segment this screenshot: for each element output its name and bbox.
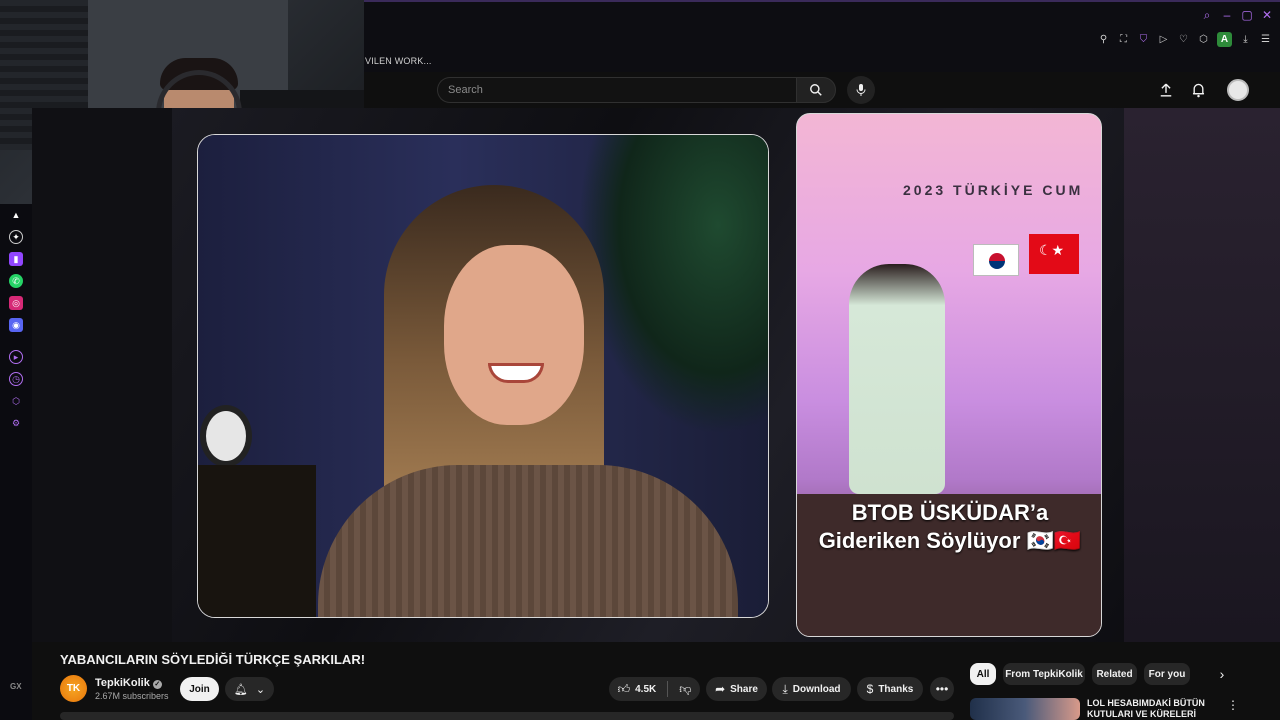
korea-flag-icon — [973, 244, 1019, 276]
related-video-thumbnail[interactable] — [970, 698, 1080, 720]
chatgpt-icon[interactable]: ✦ — [9, 230, 23, 244]
thumbs-up-icon[interactable]: 👍︎ — [618, 682, 631, 697]
chip-from-channel[interactable]: From TepkiKolik — [1003, 663, 1085, 685]
upload-icon — [1160, 83, 1172, 97]
channel-name-link[interactable]: TepkiKolik ✓ — [95, 677, 162, 689]
bell-icon: 🔔︎ — [233, 683, 248, 696]
chevron-down-icon: ⌄ — [255, 683, 266, 696]
search-tabs-icon[interactable]: ⌕ — [1200, 8, 1214, 22]
whatsapp-icon[interactable]: ✆ — [9, 274, 23, 288]
subscriber-count: 2.67M subscribers — [95, 691, 169, 701]
description-box[interactable] — [60, 712, 954, 720]
search-icon — [810, 84, 822, 96]
twitch-icon[interactable]: ▮ — [9, 252, 23, 266]
discord-icon[interactable]: ◉ — [9, 318, 23, 332]
related-video-menu-icon[interactable]: ⋮ — [1226, 698, 1240, 712]
turkey-flag-icon — [1029, 234, 1079, 274]
bell-icon — [1192, 83, 1204, 98]
join-button[interactable]: Join — [180, 677, 219, 701]
extensions-icon[interactable]: ⬡ — [1197, 33, 1210, 46]
gx-label: GX — [10, 682, 22, 691]
heart-icon[interactable]: ♡ — [1177, 33, 1190, 46]
notifications-button[interactable] — [1188, 80, 1208, 100]
download-icon[interactable]: ⤓ — [1239, 33, 1252, 46]
event-banner-text: 2023 TÜRKİYE CUM — [903, 182, 1084, 198]
share-button[interactable]: ➦ Share — [706, 677, 767, 701]
instagram-icon[interactable]: ◎ — [9, 296, 23, 310]
flags — [973, 234, 1083, 290]
microphone-icon — [856, 84, 866, 96]
share-label: Share — [730, 683, 758, 695]
tab-title[interactable]: VILEN WORK... — [365, 56, 432, 66]
download-button[interactable]: ⤓ Download — [772, 677, 851, 701]
thumbs-down-icon[interactable]: 👎︎ — [679, 682, 691, 697]
more-horizontal-icon: ••• — [935, 682, 949, 696]
download-label: Download — [792, 683, 841, 695]
aria-icon[interactable]: ▲ — [9, 208, 23, 222]
video-player[interactable]: 2023 TÜRKİYE CUM BTOB ÜSKÜDAR’a Giderike… — [32, 108, 1280, 642]
history-icon[interactable]: ◷ — [9, 372, 23, 386]
extensions-sidebar-icon[interactable]: ⬡ — [9, 394, 23, 408]
subscription-bell-button[interactable]: 🔔︎ ⌄ — [225, 677, 274, 701]
upload-button[interactable] — [1156, 80, 1176, 100]
shield-icon[interactable]: ⛉ — [1137, 33, 1150, 46]
side-table — [198, 465, 316, 617]
pin-icon[interactable]: ⚲ — [1097, 33, 1110, 46]
video-title: YABANCILARIN SÖYLEDİĞİ TÜRKÇE ŞARKILAR! — [60, 652, 366, 667]
search-input[interactable] — [438, 78, 796, 102]
reaction-video-frame — [197, 134, 769, 618]
browser-sidebar: ▲ ✦ ▮ ✆ ◎ ◉ ▸ ◷ ⬡ ⚙ GX — [0, 204, 32, 720]
profile-avatar[interactable]: A — [1217, 32, 1232, 47]
chip-for-you[interactable]: For you — [1144, 663, 1190, 685]
snapshot-icon[interactable]: ⛶ — [1117, 33, 1130, 46]
more-actions-button[interactable]: ••• — [930, 677, 954, 701]
channel-name[interactable]: TepkiKolik — [95, 677, 150, 689]
search-button[interactable] — [796, 77, 836, 103]
related-video-title[interactable]: LOL HESABIMDAKİ BÜTÜN KUTULARI VE KÜRELE… — [1087, 698, 1211, 720]
minimize-icon[interactable]: – — [1220, 8, 1234, 22]
clip-caption-line2: Gideriken Söylüyor 🇰🇷🇹🇷 — [818, 528, 1082, 553]
thanks-button[interactable]: $ Thanks — [857, 677, 923, 701]
like-count[interactable]: 4.5K — [635, 684, 656, 695]
embedded-clip-frame: 2023 TÜRKİYE CUM BTOB ÜSKÜDAR’a Giderike… — [796, 113, 1102, 637]
singer — [849, 264, 945, 494]
verified-icon: ✓ — [152, 680, 162, 689]
host-sweater — [318, 465, 738, 617]
channel-avatar[interactable]: TK — [60, 675, 87, 702]
window-controls: ⌕ – ▢ ✕ — [1200, 8, 1274, 23]
voice-search-button[interactable] — [847, 76, 875, 104]
thanks-label: Thanks — [878, 683, 914, 695]
super-thanks-icon: $ — [866, 682, 874, 696]
plant — [578, 135, 768, 435]
extensions-bar: ⚲ ⛶ ⛉ ▷ ♡ ⬡ A ⤓ ☰ — [1097, 32, 1272, 47]
player-side-pane — [1124, 108, 1280, 642]
menu-icon[interactable]: ☰ — [1259, 33, 1272, 46]
player-icon[interactable]: ▸ — [9, 350, 23, 364]
play-icon[interactable]: ▷ — [1157, 33, 1170, 46]
clip-caption-line1: BTOB ÜSKÜDAR’a — [851, 500, 1049, 525]
chip-all[interactable]: All — [970, 663, 996, 685]
download-icon: ⤓ — [782, 681, 788, 696]
alarm-clock — [200, 405, 252, 467]
maximize-icon[interactable]: ▢ — [1240, 8, 1254, 22]
account-avatar[interactable] — [1227, 79, 1249, 101]
like-divider — [667, 681, 669, 697]
settings-icon[interactable]: ⚙ — [9, 416, 23, 430]
search-field[interactable] — [437, 77, 796, 103]
host-face — [444, 245, 584, 425]
chip-related[interactable]: Related — [1092, 663, 1137, 685]
chips-next-button[interactable]: › — [1212, 664, 1232, 684]
chevron-right-icon: › — [1219, 666, 1225, 682]
close-icon[interactable]: ✕ — [1260, 8, 1274, 22]
like-dislike-group: 👍︎ 4.5K 👎︎ — [609, 677, 700, 701]
clip-caption: BTOB ÜSKÜDAR’a Gideriken Söylüyor 🇰🇷🇹🇷 — [797, 499, 1101, 555]
share-icon: ➦ — [715, 682, 726, 696]
